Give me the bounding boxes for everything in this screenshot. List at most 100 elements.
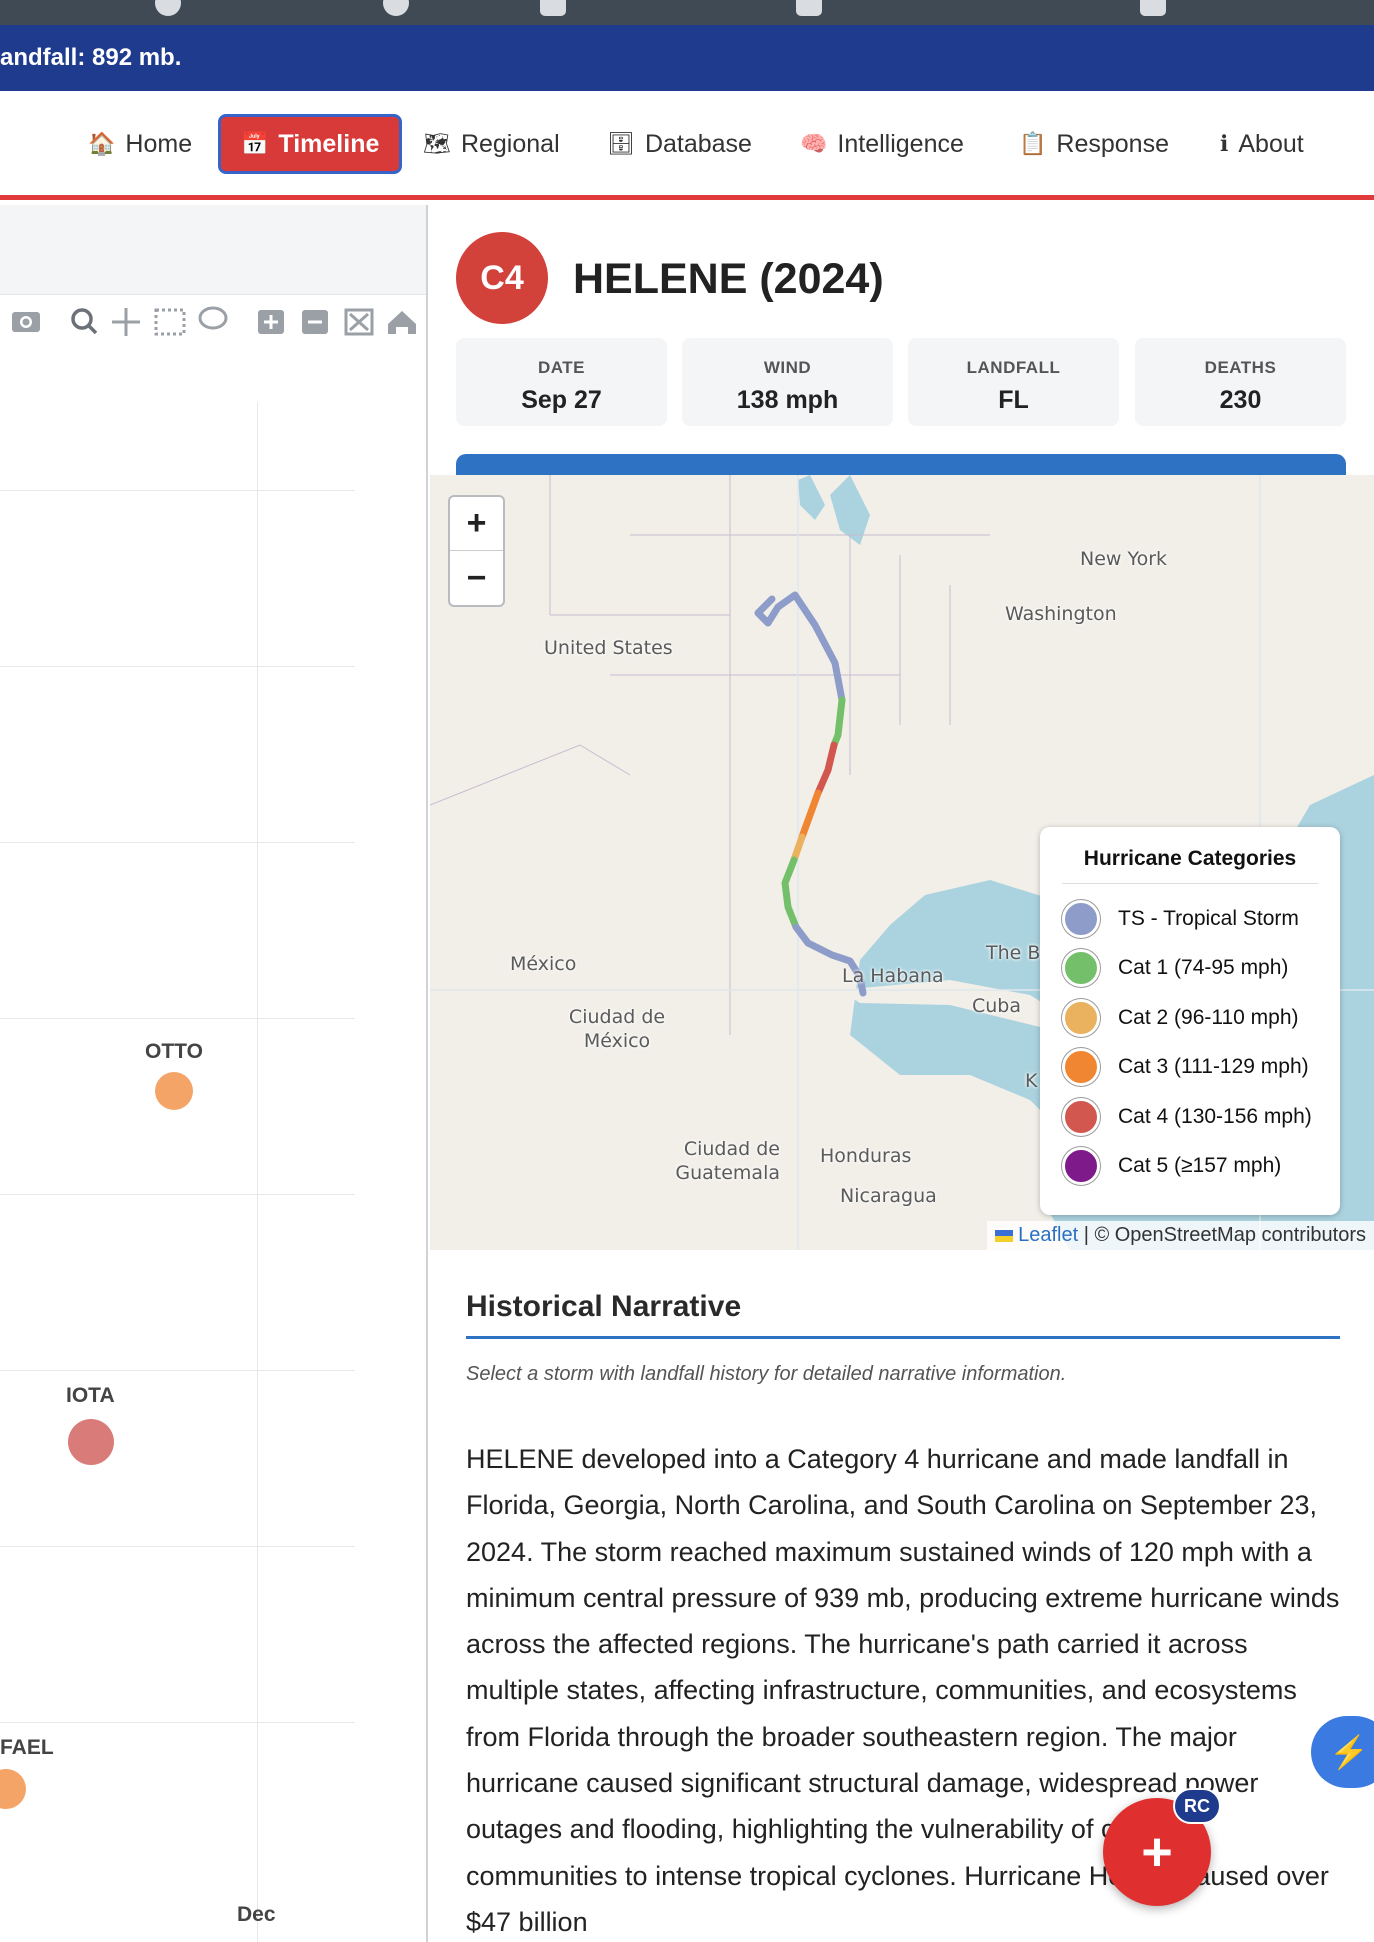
nav-label: Response (1056, 129, 1169, 158)
nav-database[interactable]: 🗄 Database (587, 114, 772, 174)
map-icon: 🗺 (423, 131, 451, 156)
leaflet-link[interactable]: Leaflet (1018, 1224, 1078, 1246)
stat-label: DATE (537, 358, 585, 377)
map-label: K (1025, 1070, 1038, 1092)
x-axis-tick-label: Dec (237, 1903, 276, 1926)
nav-label: About (1238, 129, 1304, 158)
storm-track-map[interactable]: + − New York Washington United States Mé… (430, 475, 1374, 1250)
narrative-title: Historical Narrative (466, 1290, 1340, 1339)
ukraine-flag-icon (994, 1229, 1013, 1242)
legend-swatch (1062, 899, 1100, 938)
reset-home-icon[interactable] (388, 311, 416, 334)
stat-date: DATE Sep 27 (456, 338, 667, 426)
hurricane-legend: Hurricane Categories TS - Tropical Storm… (1040, 827, 1340, 1215)
storm-detail-panel: C4 HELENE (2024) DATE Sep 27 WIND 138 mph … (430, 205, 1374, 1942)
legend-label: TS - Tropical Storm (1118, 906, 1299, 930)
map-attribution: Leaflet | © OpenStreetMap contributors (986, 1221, 1374, 1250)
stat-value: FL (998, 386, 1029, 414)
box-select-icon[interactable] (154, 308, 186, 336)
legend-swatch (1062, 998, 1100, 1037)
track-segment (754, 591, 846, 704)
nav-intelligence[interactable]: 🧠 Intelligence (780, 114, 984, 174)
osm-attribution: | © OpenStreetMap contributors (1083, 1224, 1366, 1246)
browser-toolbar (0, 0, 1374, 25)
zoom-in-button[interactable]: + (450, 497, 503, 551)
zoom-icon[interactable] (71, 308, 98, 335)
map-label: The B (986, 942, 1041, 964)
legend-item: Cat 5 (≥157 mph) (1062, 1142, 1318, 1192)
gridline (0, 1370, 355, 1371)
track-segment (830, 696, 846, 749)
track-segment (814, 741, 838, 797)
storm-point-fael[interactable] (0, 1769, 26, 1809)
legend-item: Cat 2 (96-110 mph) (1062, 993, 1318, 1043)
brain-icon: 🧠 (800, 131, 828, 156)
legend-swatch (1062, 949, 1100, 988)
gridline (0, 1018, 355, 1019)
map-label: Ciudad de Guatemala (675, 1138, 780, 1184)
legend-title: Hurricane Categories (1062, 847, 1318, 884)
zoom-in-icon[interactable] (258, 310, 284, 334)
gridline (0, 1546, 355, 1547)
camera-icon[interactable] (12, 312, 40, 332)
calendar-icon: 📅 (241, 131, 269, 156)
nav-label: Home (125, 129, 193, 158)
storm-point-otto[interactable] (155, 1072, 193, 1110)
lasso-icon[interactable] (198, 306, 228, 330)
gridline (0, 490, 355, 491)
legend-item: Cat 3 (111-129 mph) (1062, 1043, 1318, 1093)
page: { "banner": {"text": "andfall: 892 mb."}… (0, 0, 1374, 1942)
nav-label: Regional (460, 129, 560, 158)
browser-icon[interactable] (796, 0, 822, 16)
chart-modebar (12, 306, 416, 336)
map-label: Honduras (820, 1145, 912, 1167)
legend-swatch (1062, 1147, 1100, 1186)
alert-banner: andfall: 892 mb. (0, 25, 1374, 91)
storm-point-iota[interactable] (68, 1419, 114, 1465)
gridline (0, 1194, 355, 1195)
stat-label: WIND (763, 358, 812, 377)
stat-label: LANDFALL (966, 358, 1061, 377)
browser-icon[interactable] (1140, 0, 1166, 16)
nav-label: Intelligence (837, 129, 964, 158)
track-segment (798, 789, 822, 841)
autoscale-icon[interactable] (344, 308, 374, 336)
stat-value: 138 mph (736, 386, 839, 414)
lightning-icon[interactable]: ⚡ (1311, 1716, 1374, 1788)
map-label: New York (1080, 548, 1168, 570)
category-badge: C4 (456, 232, 548, 324)
map-label: United States (544, 637, 673, 659)
narrative-subtitle: Select a storm with landfall history for… (466, 1363, 1067, 1385)
stat-wind: WIND 138 mph (682, 338, 893, 426)
nav-label: Database (644, 129, 752, 158)
nav-home[interactable]: 🏠 Home (68, 114, 212, 174)
zoom-out-button[interactable]: − (450, 551, 503, 605)
nav-timeline[interactable]: 📅 Timeline (218, 114, 403, 174)
map-label: Ciudad de México (568, 1006, 666, 1052)
legend-item: Cat 4 (130-156 mph) (1062, 1092, 1318, 1142)
pan-icon[interactable] (112, 308, 140, 336)
gridline (0, 666, 355, 667)
main-nav: 🏠 Home 📅 Timeline 🗺 Regional 🗄 Database 🧠 Int… (0, 91, 1374, 200)
map-label: La Habana (842, 965, 944, 987)
nav-response[interactable]: 📋 Response (999, 114, 1189, 174)
browser-icon[interactable] (155, 0, 181, 16)
map-label: Nicaragua (840, 1185, 937, 1207)
gridline-vertical (257, 402, 258, 1942)
chart-toolbar-area (0, 205, 426, 295)
nav-regional[interactable]: 🗺 Regional (403, 114, 580, 174)
nav-label: Timeline (278, 129, 380, 158)
legend-label: Cat 5 (≥157 mph) (1118, 1154, 1282, 1178)
legend-label: Cat 2 (96-110 mph) (1118, 1005, 1299, 1029)
browser-icon[interactable] (383, 0, 409, 16)
nav-about[interactable]: ℹ About (1200, 114, 1324, 174)
alert-banner-text: andfall: 892 mb. (0, 44, 182, 71)
storm-label-iota: IOTA (66, 1384, 115, 1407)
zoom-out-icon[interactable] (302, 310, 328, 334)
stat-value: Sep 27 (521, 386, 602, 414)
info-icon: ℹ (1220, 131, 1229, 156)
stat-value: 230 (1219, 386, 1262, 414)
clipboard-icon: 📋 (1019, 131, 1047, 156)
browser-icon[interactable] (540, 0, 566, 16)
track-segment (790, 833, 806, 864)
